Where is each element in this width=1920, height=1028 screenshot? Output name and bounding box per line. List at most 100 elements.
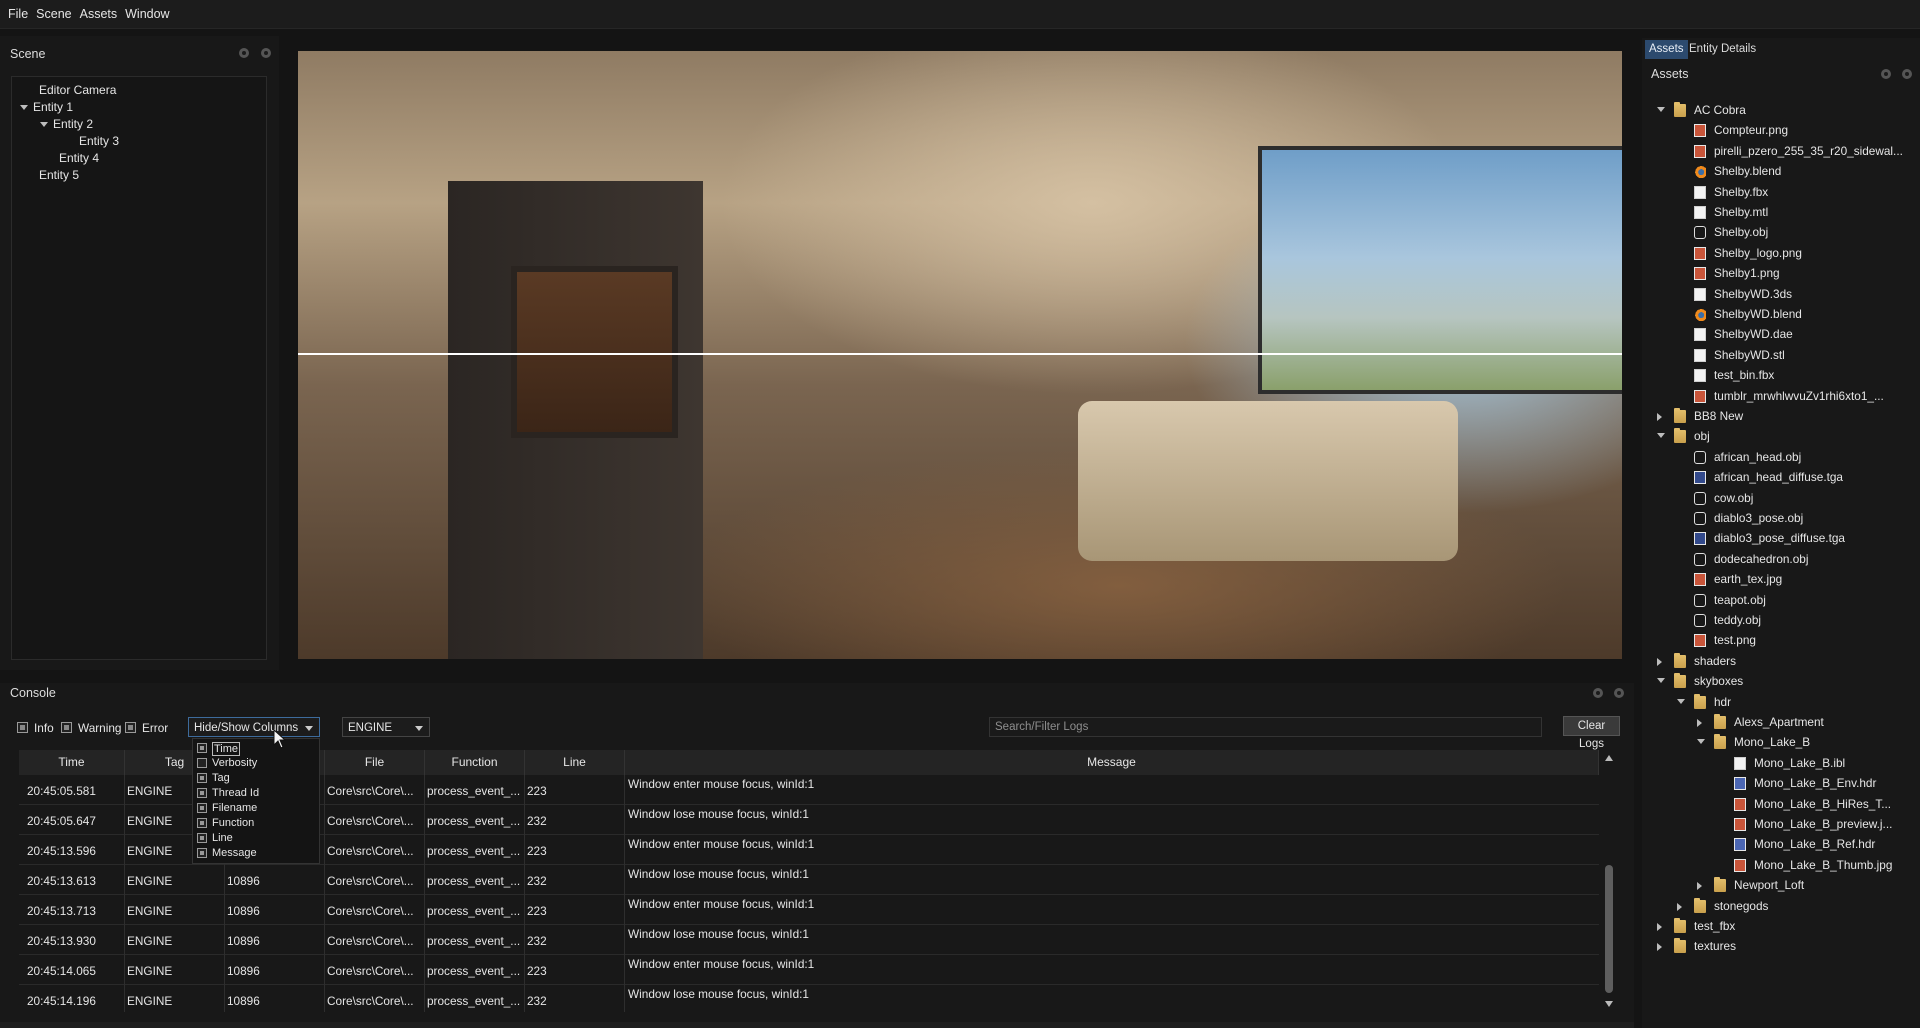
- warning-checkbox[interactable]: [61, 722, 72, 733]
- log-row[interactable]: 20:45:14.196 ENGINE 10896 Core\src\Core\...…: [19, 985, 1599, 1012]
- assets-close-icon[interactable]: [1902, 69, 1912, 79]
- asset-file[interactable]: Shelby_logo.png: [1672, 243, 1892, 263]
- info-checkbox[interactable]: [17, 722, 28, 733]
- column-option-checkbox[interactable]: [197, 788, 207, 798]
- asset-file[interactable]: Shelby.blend: [1672, 161, 1892, 181]
- expand-arrow-icon[interactable]: [20, 105, 28, 111]
- asset-file[interactable]: cow.obj: [1672, 488, 1892, 508]
- column-header-function[interactable]: Function: [425, 750, 525, 775]
- asset-file[interactable]: Mono_Lake_B.ibl: [1712, 753, 1892, 773]
- asset-file[interactable]: Mono_Lake_B_Env.hdr: [1712, 773, 1892, 793]
- scene-options-icon[interactable]: [239, 48, 249, 58]
- column-option-checkbox[interactable]: [197, 773, 207, 783]
- console-options-icon[interactable]: [1593, 688, 1603, 698]
- asset-file[interactable]: Mono_Lake_B_preview.j...: [1712, 814, 1892, 834]
- asset-folder[interactable]: skyboxes: [1652, 671, 1892, 691]
- asset-folder[interactable]: test_fbx: [1652, 916, 1892, 936]
- tab-entity-details[interactable]: Entity Details: [1685, 40, 1760, 59]
- asset-file[interactable]: ShelbyWD.blend: [1672, 304, 1892, 324]
- column-option-checkbox[interactable]: [197, 758, 207, 768]
- menu-file[interactable]: File: [0, 0, 32, 28]
- collapse-arrow-icon[interactable]: [1657, 413, 1662, 421]
- collapse-arrow-icon[interactable]: [1697, 882, 1702, 891]
- search-logs-input[interactable]: [989, 717, 1542, 737]
- expand-arrow-icon[interactable]: [1697, 739, 1705, 745]
- column-option-checkbox[interactable]: [197, 818, 207, 828]
- assets-options-icon[interactable]: [1881, 69, 1891, 79]
- log-row[interactable]: 20:45:13.613 ENGINE 10896 Core\src\Core\...…: [19, 865, 1599, 895]
- asset-folder[interactable]: Mono_Lake_B: [1692, 732, 1892, 752]
- tab-assets[interactable]: Assets: [1645, 40, 1688, 59]
- error-checkbox[interactable]: [125, 722, 136, 733]
- asset-file[interactable]: african_head.obj: [1672, 447, 1892, 467]
- scene-item-entity-4[interactable]: Entity 4: [59, 150, 99, 167]
- scene-item-editor-camera[interactable]: Editor Camera: [39, 82, 116, 99]
- asset-file[interactable]: Mono_Lake_B_Thumb.jpg: [1712, 855, 1892, 875]
- expand-arrow-icon[interactable]: [1657, 678, 1665, 684]
- asset-file[interactable]: Mono_Lake_B_HiRes_T...: [1712, 794, 1892, 814]
- column-header-message[interactable]: Message: [625, 750, 1599, 775]
- hide-show-columns-dropdown[interactable]: Hide/Show Columns: [188, 717, 320, 737]
- column-option-checkbox[interactable]: [197, 743, 207, 753]
- collapse-arrow-icon[interactable]: [1657, 657, 1662, 666]
- console-close-icon[interactable]: [1614, 688, 1624, 698]
- column-header-file[interactable]: File: [325, 750, 425, 775]
- asset-file[interactable]: earth_tex.jpg: [1672, 569, 1892, 589]
- collapse-arrow-icon[interactable]: [1697, 719, 1702, 727]
- asset-file[interactable]: ShelbyWD.3ds: [1672, 284, 1892, 304]
- asset-file[interactable]: Compteur.png: [1672, 120, 1892, 140]
- scene-viewport[interactable]: [298, 51, 1622, 659]
- column-option-checkbox[interactable]: [197, 833, 207, 843]
- asset-folder[interactable]: shaders: [1652, 651, 1892, 671]
- asset-file[interactable]: dodecahedron.obj: [1672, 549, 1892, 569]
- asset-file[interactable]: test_bin.fbx: [1672, 365, 1892, 385]
- expand-arrow-icon[interactable]: [1657, 107, 1665, 112]
- asset-file[interactable]: Shelby.fbx: [1672, 182, 1892, 202]
- asset-folder[interactable]: Alexs_Apartment: [1692, 712, 1892, 732]
- scrollbar-thumb[interactable]: [1605, 865, 1613, 993]
- asset-folder[interactable]: stonegods: [1672, 896, 1892, 916]
- column-option-checkbox[interactable]: [197, 848, 207, 858]
- collapse-arrow-icon[interactable]: [1657, 943, 1662, 952]
- menu-assets[interactable]: Assets: [76, 0, 122, 28]
- asset-file[interactable]: teapot.obj: [1672, 590, 1892, 610]
- scene-close-icon[interactable]: [261, 48, 271, 58]
- asset-file[interactable]: Shelby1.png: [1672, 263, 1892, 283]
- scene-item-entity-2[interactable]: Entity 2: [40, 116, 93, 133]
- asset-file[interactable]: ShelbyWD.stl: [1672, 345, 1892, 365]
- log-row[interactable]: 20:45:13.930 ENGINE 10896 Core\src\Core\...…: [19, 925, 1599, 955]
- asset-file[interactable]: diablo3_pose.obj: [1672, 508, 1892, 528]
- asset-folder[interactable]: hdr: [1672, 692, 1892, 712]
- asset-file[interactable]: african_head_diffuse.tga: [1672, 467, 1892, 487]
- collapse-arrow-icon[interactable]: [1657, 923, 1662, 931]
- asset-folder[interactable]: AC Cobra: [1652, 100, 1892, 120]
- column-header-line[interactable]: Line: [525, 750, 625, 775]
- asset-folder[interactable]: Newport_Loft: [1692, 875, 1892, 895]
- clear-logs-button[interactable]: Clear Logs: [1563, 716, 1620, 750]
- scene-item-entity-1[interactable]: Entity 1: [20, 99, 73, 116]
- asset-file[interactable]: ShelbyWD.dae: [1672, 324, 1892, 344]
- log-row[interactable]: 20:45:13.713 ENGINE 10896 Core\src\Core\...…: [19, 895, 1599, 925]
- asset-folder[interactable]: BB8 New: [1652, 406, 1892, 426]
- expand-arrow-icon[interactable]: [1657, 433, 1665, 439]
- column-option-checkbox[interactable]: [197, 803, 207, 813]
- tag-filter-select[interactable]: ENGINE: [342, 717, 430, 737]
- asset-file[interactable]: Shelby.mtl: [1672, 202, 1892, 222]
- asset-file[interactable]: Mono_Lake_B_Ref.hdr: [1712, 834, 1892, 854]
- scene-item-entity-5[interactable]: Entity 5: [39, 167, 79, 184]
- asset-file[interactable]: Shelby.obj: [1672, 222, 1892, 242]
- log-row[interactable]: 20:45:14.065 ENGINE 10896 Core\src\Core\...…: [19, 955, 1599, 985]
- menu-window[interactable]: Window: [121, 0, 173, 28]
- expand-arrow-icon[interactable]: [1677, 698, 1685, 704]
- collapse-arrow-icon[interactable]: [1677, 902, 1682, 911]
- asset-file[interactable]: teddy.obj: [1672, 610, 1892, 630]
- asset-file[interactable]: tumblr_mrwhlwvuZv1rhi6xto1_...: [1672, 386, 1892, 406]
- asset-file[interactable]: pirelli_pzero_255_35_r20_sidewal...: [1672, 141, 1903, 161]
- scene-item-entity-3[interactable]: Entity 3: [79, 133, 119, 150]
- menu-scene[interactable]: Scene: [32, 0, 75, 28]
- column-header-time[interactable]: Time: [19, 750, 125, 775]
- asset-file[interactable]: test.png: [1672, 630, 1892, 650]
- asset-folder[interactable]: textures: [1652, 936, 1892, 956]
- asset-folder[interactable]: obj: [1652, 426, 1892, 446]
- expand-arrow-icon[interactable]: [40, 122, 48, 128]
